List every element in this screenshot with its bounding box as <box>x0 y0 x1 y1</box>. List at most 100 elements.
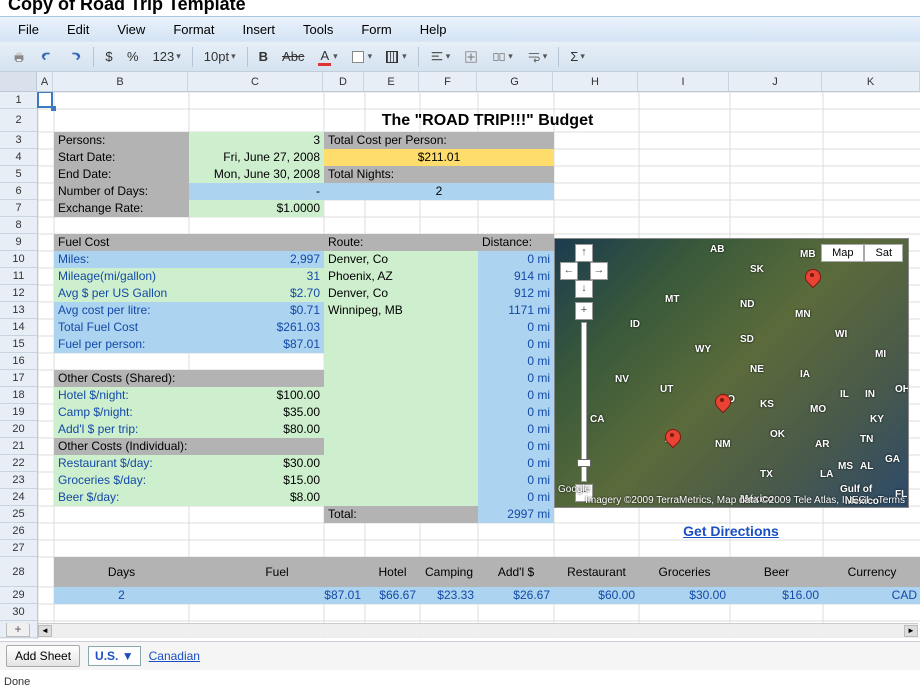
row-header-8[interactable]: 8 <box>0 217 37 234</box>
sum-v-2[interactable]: $66.67 <box>365 587 420 604</box>
col-header-a[interactable]: A <box>37 72 53 91</box>
route-city-23[interactable] <box>324 489 478 506</box>
route-city-20[interactable] <box>324 438 478 455</box>
spreadsheet-grid[interactable]: The "ROAD TRIP!!!" BudgetPersons:3Start … <box>38 92 920 639</box>
row-header-17[interactable]: 17 <box>0 370 37 387</box>
row-header-9[interactable]: 9 <box>0 234 37 251</box>
row-header-30[interactable]: 30 <box>0 604 37 621</box>
map-ctrl[interactable]: ← <box>560 262 578 280</box>
val-mpg[interactable]: 31 <box>189 268 324 285</box>
format-percent[interactable]: % <box>121 46 145 68</box>
sheet-tab-us[interactable]: U.S. ▼ <box>88 646 141 666</box>
lbl-groc[interactable]: Groceries $/day: <box>54 472 189 489</box>
sum-h-4[interactable]: Add'l $ <box>478 557 554 587</box>
route-city-10[interactable]: Phoenix, AZ <box>324 268 478 285</box>
functions[interactable]: Σ <box>564 46 591 68</box>
col-header-j[interactable]: J <box>729 72 822 91</box>
val-routetotal[interactable]: 2997 mi <box>478 506 554 523</box>
menu-file[interactable]: File <box>4 18 53 41</box>
map-ctrl[interactable]: → <box>590 262 608 280</box>
sum-h-1[interactable]: Fuel <box>189 557 365 587</box>
val-end[interactable]: Mon, June 30, 2008 <box>189 166 324 183</box>
lbl-routetotal[interactable]: Total: <box>324 506 478 523</box>
map-ctrl[interactable]: + <box>575 302 593 320</box>
print-icon[interactable] <box>6 46 32 68</box>
val-addl[interactable]: $80.00 <box>189 421 324 438</box>
lbl-avggal[interactable]: Avg $ per US Gallon <box>54 285 189 302</box>
scroll-left-arrow[interactable]: ◄ <box>38 625 52 637</box>
map-type-btn_sat[interactable]: Sat <box>864 244 903 262</box>
lbl-rest[interactable]: Restaurant $/day: <box>54 455 189 472</box>
sum-v-0[interactable]: 2 <box>54 587 189 604</box>
fill-color[interactable] <box>346 46 379 68</box>
lbl-distance[interactable]: Distance: <box>478 234 554 251</box>
redo-icon[interactable] <box>62 46 88 68</box>
lbl-tcpp[interactable]: Total Cost per Person: <box>324 132 554 149</box>
row-header-6[interactable]: 6 <box>0 183 37 200</box>
merge[interactable] <box>486 46 519 68</box>
strike-button[interactable]: Abc <box>276 46 310 68</box>
format-number[interactable]: 123 <box>147 46 187 68</box>
sum-v-6[interactable]: $30.00 <box>639 587 730 604</box>
route-dist-17[interactable]: 0 mi <box>478 387 554 404</box>
col-header-e[interactable]: E <box>364 72 419 91</box>
sum-h-2[interactable]: Hotel <box>365 557 420 587</box>
map-pin[interactable] <box>805 269 819 291</box>
lbl-exch[interactable]: Exchange Rate: <box>54 200 189 217</box>
col-header-f[interactable]: F <box>419 72 477 91</box>
val-start[interactable]: Fri, June 27, 2008 <box>189 149 324 166</box>
sum-v-7[interactable]: $16.00 <box>730 587 823 604</box>
col-header-i[interactable]: I <box>638 72 729 91</box>
row-header-24[interactable]: 24 <box>0 489 37 506</box>
lbl-totalfuel[interactable]: Total Fuel Cost <box>54 319 189 336</box>
lbl-days[interactable]: Number of Days: <box>54 183 189 200</box>
sum-v-4[interactable]: $26.67 <box>478 587 554 604</box>
val-beer[interactable]: $8.00 <box>189 489 324 506</box>
format-currency[interactable]: $ <box>99 46 119 68</box>
val-totalfuel[interactable]: $261.03 <box>189 319 324 336</box>
select-all-corner[interactable] <box>0 72 37 91</box>
menu-view[interactable]: View <box>103 18 159 41</box>
add-sheet-button[interactable]: Add Sheet <box>6 645 80 667</box>
align[interactable] <box>424 46 457 68</box>
sum-v-1[interactable]: $87.01 <box>189 587 365 604</box>
row-header-10[interactable]: 10 <box>0 251 37 268</box>
route-dist-23[interactable]: 0 mi <box>478 489 554 506</box>
text-color[interactable]: A <box>312 46 343 68</box>
row-header-23[interactable]: 23 <box>0 472 37 489</box>
sum-v-5[interactable]: $60.00 <box>554 587 639 604</box>
route-city-11[interactable]: Denver, Co <box>324 285 478 302</box>
route-dist-22[interactable]: 0 mi <box>478 472 554 489</box>
lbl-start[interactable]: Start Date: <box>54 149 189 166</box>
val-persons[interactable]: 3 <box>189 132 324 149</box>
row-header-18[interactable]: 18 <box>0 387 37 404</box>
sum-v-8[interactable]: CAD <box>823 587 920 604</box>
font-size[interactable]: 10pt <box>198 46 242 68</box>
sum-h-8[interactable]: Currency <box>823 557 920 587</box>
val-tcpp[interactable]: $211.01 <box>324 149 554 166</box>
route-city-21[interactable] <box>324 455 478 472</box>
row-header-29[interactable]: 29 <box>0 587 37 604</box>
route-dist-19[interactable]: 0 mi <box>478 421 554 438</box>
sum-h-3[interactable]: Camping <box>420 557 478 587</box>
sum-h-6[interactable]: Groceries <box>639 557 730 587</box>
route-city-18[interactable] <box>324 404 478 421</box>
row-header-14[interactable]: 14 <box>0 319 37 336</box>
lbl-mpg[interactable]: Mileage(mi/gallon) <box>54 268 189 285</box>
lbl-miles[interactable]: Miles: <box>54 251 189 268</box>
row-header-25[interactable]: 25 <box>0 506 37 523</box>
menu-help[interactable]: Help <box>406 18 461 41</box>
lbl-addl[interactable]: Add'l $ per trip: <box>54 421 189 438</box>
sheet-tab-canadian[interactable]: Canadian <box>149 649 200 663</box>
route-dist-10[interactable]: 914 mi <box>478 268 554 285</box>
scroll-right-arrow[interactable]: ► <box>904 625 918 637</box>
lbl-beer[interactable]: Beer $/day: <box>54 489 189 506</box>
val-miles[interactable]: 2,997 <box>189 251 324 268</box>
col-header-k[interactable]: K <box>822 72 920 91</box>
horizontal-scrollbar[interactable]: ◄ ► <box>38 623 918 637</box>
route-dist-21[interactable]: 0 mi <box>478 455 554 472</box>
map-ctrl[interactable]: ↓ <box>575 280 593 298</box>
menu-tools[interactable]: Tools <box>289 18 347 41</box>
row-header-28[interactable]: 28 <box>0 557 37 587</box>
route-dist-18[interactable]: 0 mi <box>478 404 554 421</box>
